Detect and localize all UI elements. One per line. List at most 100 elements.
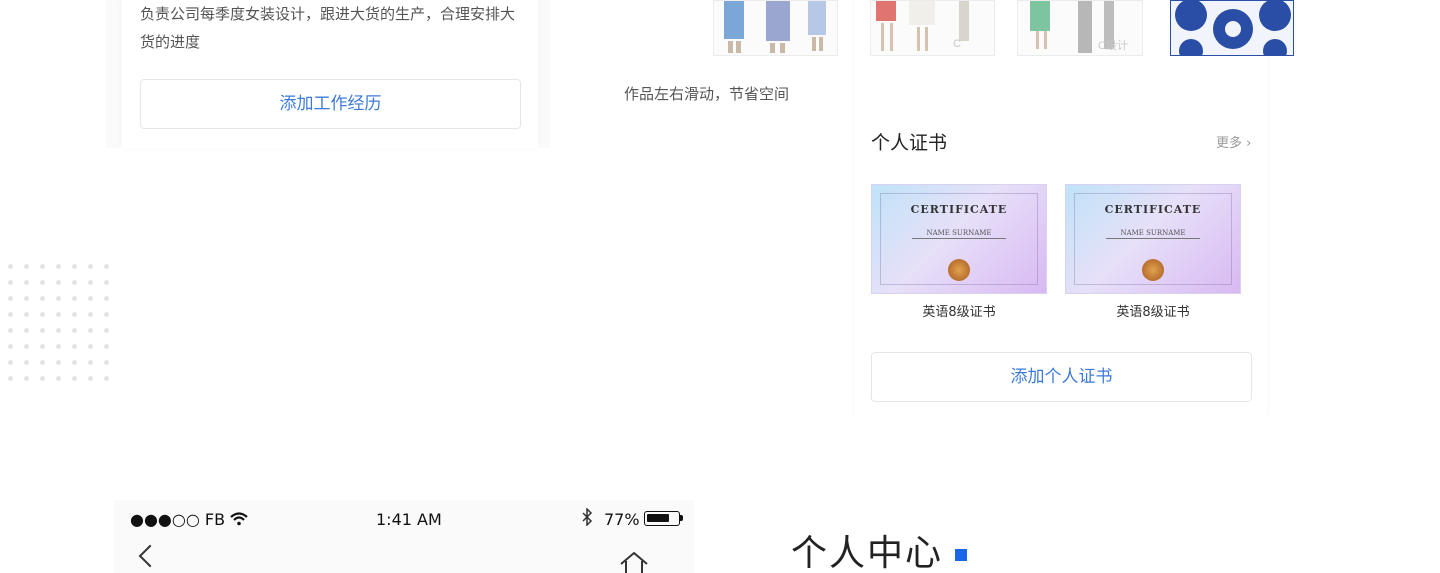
battery-icon [644,511,680,526]
wifi-icon [230,510,248,529]
pattern-image [1171,1,1293,55]
battery-percentage: 77% [604,510,640,529]
certificate-heading: CERTIFICATE [1104,203,1202,216]
personal-center-title: 个人中心 [791,533,944,573]
dot [40,360,45,365]
dot [72,280,77,285]
dot [24,296,29,301]
certificate-image[interactable]: CERTIFICATE NAME SURNAME [871,184,1047,294]
job-description: 负责公司每季度女装设计，跟进大货的生产，合理安排大货的进度 [140,5,516,51]
dot [56,312,61,317]
dot [56,376,61,381]
dot [104,280,109,285]
dot [40,264,45,269]
dot [56,296,61,301]
dot-grid-decoration [8,264,118,388]
dot [56,328,61,333]
home-icon[interactable] [619,550,649,573]
dot [88,376,93,381]
dot [24,264,29,269]
dot [40,344,45,349]
artwork-thumbnail[interactable] [713,0,838,56]
dot [40,280,45,285]
more-label: 更多 [1216,136,1243,151]
add-certificate-button[interactable]: 添加个人证书 [871,352,1252,402]
artwork-thumbnail[interactable]: C设计 [1017,0,1143,56]
more-link[interactable]: 更多 › [1216,132,1251,151]
certificate-rule [912,238,1006,239]
dot [72,376,77,381]
dot [72,312,77,317]
dot [72,296,77,301]
dot [104,264,109,269]
watermark-text: C设计 [1098,39,1128,52]
status-time: 1:41 AM [376,510,442,529]
fashion-sketch-image [724,1,826,53]
certificates-section-title: 个人证书 [871,132,948,154]
battery-tip [680,515,683,521]
carrier-label: ●●●○○ FB [130,510,226,529]
certificate-caption: 英语8级证书 [922,305,996,320]
battery-fill [647,514,669,522]
dot [24,280,29,285]
dot [24,360,29,365]
dot [40,296,45,301]
dot [104,328,109,333]
bluetooth-icon [580,507,594,531]
dot [8,328,13,333]
dot [56,344,61,349]
dot [88,296,93,301]
dot [8,280,13,285]
dot [40,328,45,333]
certificate-image[interactable]: CERTIFICATE NAME SURNAME [1065,184,1241,294]
seal-icon [1142,259,1164,281]
watermark-text: C [953,38,961,50]
certificate-rule [1106,238,1200,239]
dot [24,328,29,333]
certificate-caption: 英语8级证书 [1116,305,1190,320]
dot [40,312,45,317]
dot [56,280,61,285]
portfolio-caption: 作品左右滑动，节省空间 [624,85,790,103]
dot [24,344,29,349]
certificate-heading: CERTIFICATE [910,203,1008,216]
dot [8,264,13,269]
accent-square [955,549,967,561]
certificates-card: 个人证书 更多 › CERTIFICATE NAME SURNAME 英语8级证… [855,0,1267,415]
dot [88,344,93,349]
dot [104,376,109,381]
add-work-experience-button[interactable]: 添加工作经历 [140,79,521,129]
dot [24,376,29,381]
dot [8,360,13,365]
carrier-signal: ●●●○○ FB [130,510,248,529]
back-arrow-icon[interactable] [138,544,162,568]
artwork-thumbnail[interactable]: C [870,0,995,56]
dot [104,344,109,349]
dot [40,376,45,381]
dot [8,312,13,317]
dot [88,360,93,365]
phone-mockup: ●●●○○ FB 1:41 AM 77% [114,500,694,573]
dot [104,360,109,365]
seal-icon [948,259,970,281]
dot [56,360,61,365]
dot [104,312,109,317]
work-experience-card: 负责公司每季度女装设计，跟进大货的生产，合理安排大货的进度 添加工作经历 [122,0,538,148]
dot [56,264,61,269]
dot [88,280,93,285]
dot [72,344,77,349]
dot [88,328,93,333]
dot [72,264,77,269]
dot [72,360,77,365]
chevron-right-icon: › [1246,136,1252,151]
dot [24,312,29,317]
dot [8,296,13,301]
fashion-sketch-image: C [876,1,969,51]
fashion-sketch-image: C设计 [1030,1,1128,53]
dot [8,344,13,349]
certificate-name-line: NAME SURNAME [926,229,992,237]
dot [88,312,93,317]
dot [8,376,13,381]
artwork-thumbnail[interactable] [1170,0,1294,56]
certificate-name-line: NAME SURNAME [1120,229,1186,237]
